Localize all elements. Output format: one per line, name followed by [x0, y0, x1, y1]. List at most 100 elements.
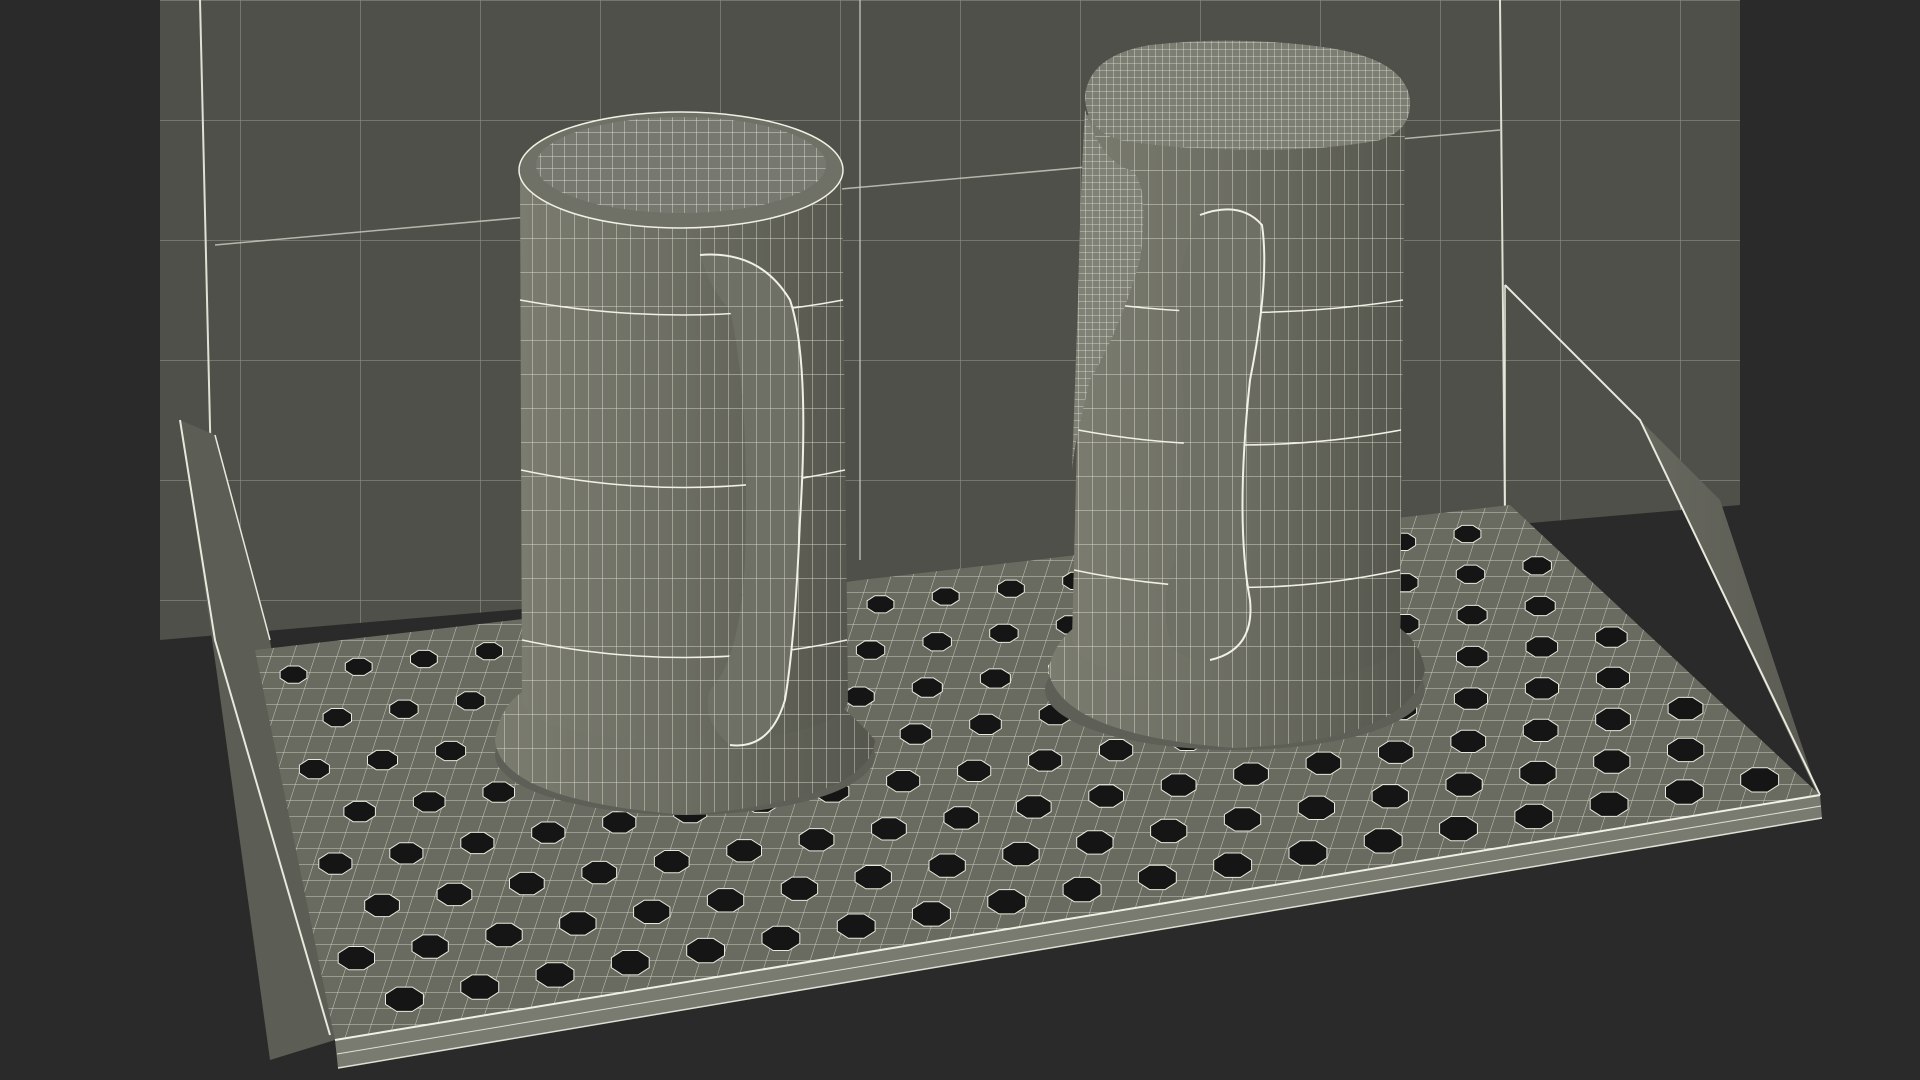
drain-hole [1453, 687, 1488, 710]
drain-hole [989, 623, 1019, 643]
drain-hole [633, 899, 671, 924]
drain-hole [460, 831, 495, 855]
drain-hole [686, 937, 725, 964]
drain-hole [1371, 784, 1409, 809]
drain-hole [1522, 556, 1552, 576]
drain-hole [1595, 707, 1631, 732]
drain-hole [1525, 636, 1559, 658]
drain-hole [886, 770, 921, 793]
drain-hole [385, 986, 424, 1012]
drain-hole [798, 828, 835, 852]
drain-hole [653, 850, 690, 874]
drain-hole [1439, 816, 1478, 842]
drain-hole [1363, 828, 1403, 854]
drain-hole [485, 922, 523, 948]
drain-hole [866, 595, 895, 614]
wireframe-scene [160, 0, 1823, 1069]
drain-hole [726, 839, 762, 863]
drain-hole [322, 708, 352, 728]
drain-hole [389, 842, 424, 865]
drain-hole [912, 901, 951, 927]
drain-hole [410, 649, 438, 669]
drain-hole [1062, 876, 1102, 903]
drain-hole [531, 821, 566, 844]
drain-hole [1667, 737, 1705, 763]
drain-hole [899, 723, 933, 745]
drain-hole [1150, 818, 1188, 844]
drain-hole [435, 740, 467, 762]
drain-hole [535, 962, 575, 988]
drain-hole [1002, 841, 1040, 867]
drain-hole [836, 913, 876, 939]
drain-hole [987, 889, 1027, 915]
drain-hole [922, 632, 952, 652]
drain-hole [1213, 852, 1253, 878]
drain-hole [559, 911, 597, 936]
drain-hole [911, 677, 943, 698]
drain-hole [1305, 751, 1342, 775]
drain-hole [475, 642, 503, 661]
drain-hole [367, 749, 398, 771]
drain-hole [1137, 864, 1177, 891]
drain-hole [1223, 807, 1262, 832]
drain-hole [610, 950, 650, 976]
drain-hole [1524, 595, 1556, 617]
drain-hole [871, 817, 907, 841]
drain-hole [1453, 524, 1482, 544]
drain-hole [337, 946, 375, 971]
drain-hole [581, 860, 618, 885]
drain-hole [436, 882, 473, 907]
drain-hole [343, 800, 376, 823]
drain-hole [706, 888, 745, 913]
drain-hole [1160, 773, 1197, 797]
drain-hole [943, 806, 980, 830]
drain-hole [1450, 729, 1487, 753]
drain-hole [1445, 772, 1483, 797]
drain-hole [843, 686, 875, 707]
drain-hole [997, 579, 1025, 598]
drain-hole [1595, 626, 1628, 648]
drain-hole [979, 668, 1011, 689]
drain-hole [1076, 830, 1114, 855]
drain-hole [602, 811, 637, 834]
beer-mug-with-foam [1045, 40, 1425, 750]
drain-hole [1522, 718, 1559, 742]
drain-hole [1595, 666, 1630, 690]
drain-hole [1456, 645, 1489, 668]
beer-mug-empty [495, 111, 875, 815]
drain-hole [318, 852, 353, 875]
drain-hole [1740, 767, 1780, 793]
drain-hole [1589, 791, 1629, 817]
drain-hole [509, 871, 545, 896]
drain-hole [928, 853, 966, 878]
drain-hole [460, 974, 500, 1000]
drain-hole [364, 893, 400, 918]
drain-hole [279, 665, 308, 684]
drain-hole [455, 691, 486, 711]
drain-hole [389, 699, 419, 719]
drain-hole [1524, 677, 1559, 700]
drain-hole [761, 925, 801, 951]
drain-hole [1233, 762, 1269, 786]
drain-hole [1088, 784, 1124, 808]
drain-hole [1593, 749, 1631, 774]
drain-hole [482, 781, 515, 803]
drain-hole [1297, 795, 1335, 820]
drain-hole [854, 865, 892, 890]
drain-hole [855, 640, 886, 660]
drain-hole [931, 587, 960, 606]
drain-hole [780, 876, 819, 901]
drain-hole [969, 713, 1002, 735]
drain-hole [1028, 749, 1063, 772]
drain-hole [1519, 760, 1557, 786]
drain-hole [1456, 604, 1488, 626]
drain-hole [412, 791, 446, 813]
drain-hole [1665, 779, 1704, 805]
render-viewport [0, 0, 1920, 1080]
drain-hole [1667, 696, 1704, 721]
drain-hole [1378, 740, 1414, 764]
drain-hole [1288, 840, 1328, 866]
drain-hole [1514, 803, 1554, 830]
drain-hole [411, 934, 449, 959]
drain-hole [1099, 739, 1134, 762]
